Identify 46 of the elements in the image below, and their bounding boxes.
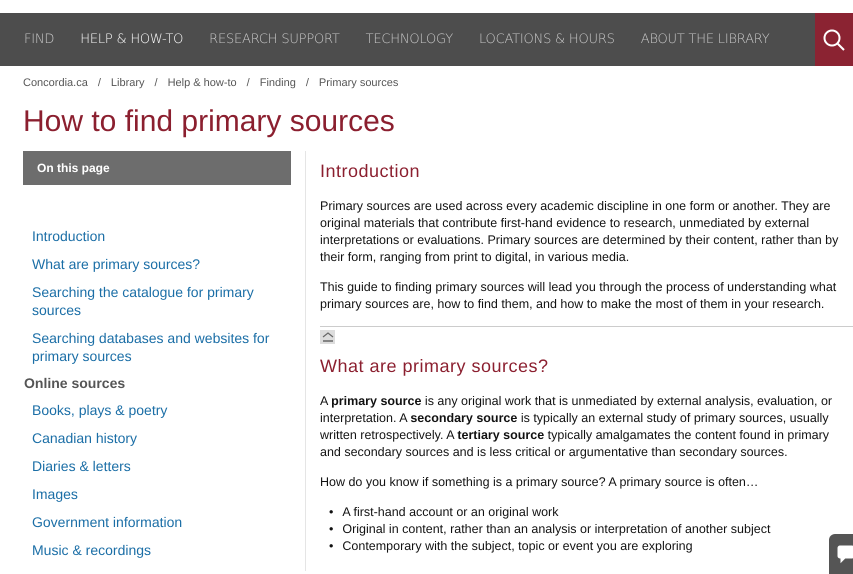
breadcrumb-separator: /: [154, 77, 158, 89]
breadcrumb-separator: /: [98, 77, 101, 89]
nav-link[interactable]: FIND: [24, 32, 54, 47]
chat-button[interactable]: [829, 534, 853, 574]
breadcrumb-link[interactable]: Finding: [260, 77, 296, 89]
paragraph: A primary source is any original work that is unmediated by external analysis, evaluation, or interpretation. A secondary source is typically an external study of primary sources, usually written retrospectively. A tertiary source typically amalgamates the content found in primary and secondary sources and is less critical or argumentative than secondary sources.: [320, 393, 834, 461]
sidebar-link[interactable]: Searching databases and websites for primary sources: [32, 329, 271, 365]
paragraph: How do you know if something is a primary source? A primary source is often…: [320, 474, 760, 491]
paragraph: This guide to finding primary sources will lead you through the process of understanding what primary sources are, how to find them, and how to make the most of them in your research.: [320, 279, 838, 313]
breadcrumb-link[interactable]: Library: [110, 77, 145, 89]
list-item: A first-hand account or an original work: [342, 504, 558, 521]
breadcrumb-link[interactable]: Concordia.ca: [23, 77, 88, 89]
sidebar-link[interactable]: What are primary sources?: [32, 255, 271, 273]
list-item: Contemporary with the subject, topic or event you are exploring: [342, 538, 693, 555]
nav-link[interactable]: LOCATIONS & HOURS: [478, 32, 615, 47]
search-icon: [822, 28, 846, 52]
search-button[interactable]: [815, 13, 853, 66]
breadcrumb-separator: /: [246, 77, 250, 89]
list-item: Original in content, rather than an analysis or interpretation of another subject: [342, 521, 770, 538]
bullet: •: [329, 504, 334, 521]
sidebar-subheading: Online sources: [24, 375, 126, 391]
paragraph: Primary sources are used across every academic discipline in one form or another. They are original materials that contribute first-hand evidence to research, unmediated by external interpretations or evaluations. Primary sources are determined by their content, rather than by their form, ranging from print to digital, in various media.: [320, 198, 840, 266]
back-to-top-button[interactable]: [320, 330, 335, 344]
nav-link[interactable]: TECHNOLOGY: [366, 32, 453, 47]
page-title: How to find primary sources: [23, 105, 396, 139]
sidebar-link[interactable]: Searching the catalogue for primary sources: [32, 283, 271, 319]
breadcrumb-link[interactable]: Help & how-to: [168, 77, 237, 89]
sidebar-link[interactable]: Books, plays & poetry: [32, 401, 271, 419]
sidebar-heading: On this page: [23, 151, 291, 185]
sidebar-link[interactable]: Government information: [32, 513, 271, 531]
breadcrumb-separator: /: [306, 77, 309, 89]
nav-link[interactable]: HELP & HOW-TO: [80, 32, 184, 47]
section-heading: Introduction: [320, 161, 422, 182]
sidebar-link[interactable]: Music & recordings: [32, 541, 271, 559]
bullet: •: [329, 538, 334, 555]
section-heading: What are primary sources?: [320, 356, 550, 377]
breadcrumb-link[interactable]: Primary sources: [318, 77, 398, 89]
sidebar-link[interactable]: Diaries & letters: [32, 457, 271, 475]
sidebar-link[interactable]: Canadian history: [32, 429, 271, 447]
nav-link[interactable]: RESEARCH SUPPORT: [209, 32, 340, 47]
nav-link[interactable]: ABOUT THE LIBRARY: [640, 32, 770, 47]
chat-bubble-icon: [837, 544, 853, 564]
sidebar-link[interactable]: Introduction: [32, 227, 271, 245]
caret-up-icon: [322, 332, 334, 342]
sidebar-link[interactable]: Images: [32, 485, 271, 503]
bullet: •: [329, 521, 334, 538]
